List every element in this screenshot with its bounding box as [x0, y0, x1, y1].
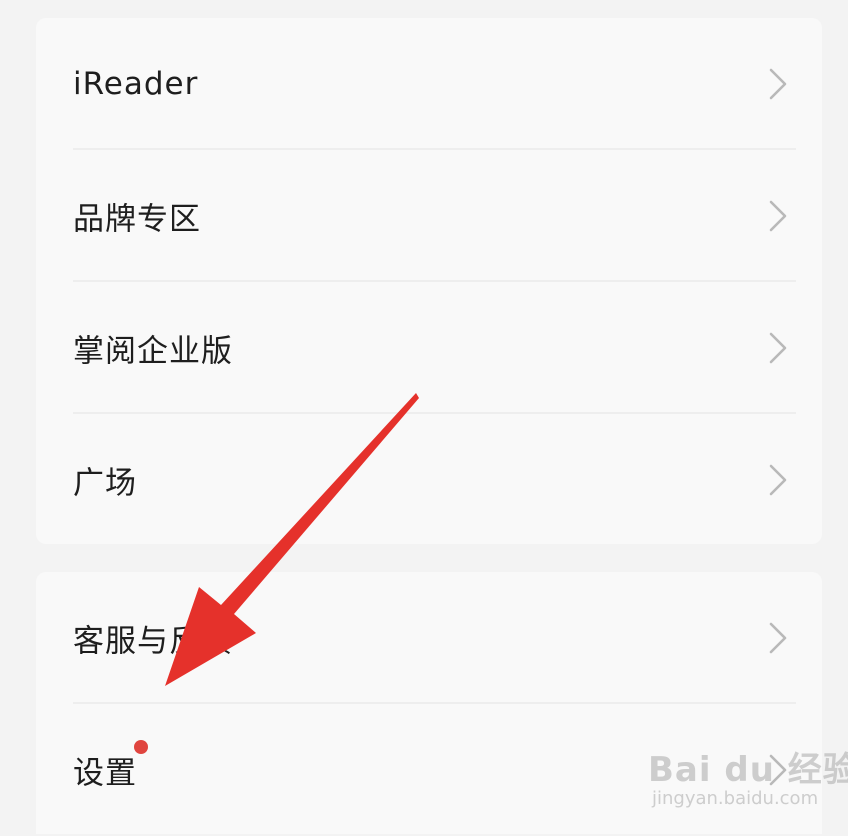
chevron-right-icon — [769, 754, 787, 786]
menu-item-brand-zone[interactable]: 品牌专区 — [36, 150, 822, 282]
menu-item-label: 客服与反馈 — [73, 623, 233, 660]
menu-item-label: 设置 — [73, 755, 137, 792]
menu-item-support-feedback[interactable]: 客服与反馈 — [36, 572, 822, 704]
menu-item-label: iReader — [73, 66, 199, 102]
chevron-right-icon — [769, 68, 787, 100]
menu-item-label: 品牌专区 — [73, 201, 201, 238]
chevron-right-icon — [769, 622, 787, 654]
menu-item-label: 广场 — [73, 465, 137, 502]
notification-dot — [134, 740, 148, 754]
menu-item-label: 掌阅企业版 — [73, 333, 233, 370]
menu-group-primary: iReader 品牌专区 掌阅企业版 广场 — [36, 18, 822, 544]
menu-item-ireader[interactable]: iReader — [36, 18, 822, 150]
menu-item-settings[interactable]: 设置 — [36, 704, 822, 836]
menu-item-plaza[interactable]: 广场 — [36, 414, 822, 546]
menu-item-enterprise-edition[interactable]: 掌阅企业版 — [36, 282, 822, 414]
chevron-right-icon — [769, 464, 787, 496]
chevron-right-icon — [769, 332, 787, 364]
menu-group-secondary: 客服与反馈 设置 — [36, 572, 822, 834]
chevron-right-icon — [769, 200, 787, 232]
